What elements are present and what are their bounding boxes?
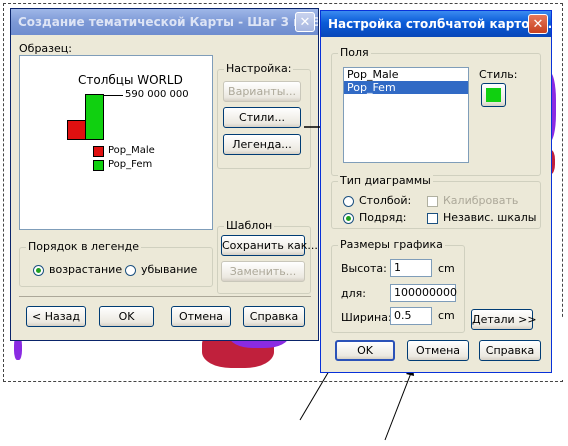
width-unit: cm [438,309,455,322]
calibrate-checkbox[interactable] [427,196,438,207]
independent-scales-label: Независ. шкалы [443,211,537,224]
style-label: Стиль: [479,68,518,81]
width-input[interactable]: 0.5 [390,307,432,325]
details-button[interactable]: Детали >> [471,309,537,330]
bar-dialog-titlebar[interactable]: Настройка столбчатой картоди... [321,11,551,37]
help-button[interactable]: Справка [479,340,541,361]
chart-size-label: Размеры графика [338,238,445,251]
fields-list-item[interactable]: Pop_Male [344,68,468,81]
height-label: Высота: [341,262,387,275]
calibrate-label: Калибровать [443,194,519,207]
adjacent-label: Подряд: [359,211,407,224]
for-value-input[interactable]: 100000000 [390,284,457,302]
chart-type-label: Тип диаграммы [338,174,433,187]
bar-settings-dialog: Настройка столбчатой картоди... ✕ Поля P… [320,10,552,373]
adjacent-radio[interactable] [343,213,354,224]
fields-list-item[interactable]: Pop_Fem [344,81,468,94]
fields-group-label: Поля [338,46,371,59]
ok-button[interactable]: OK [335,340,395,361]
arrow-width-line [384,372,412,441]
column-label: Столбой: [359,194,412,207]
style-color-swatch [486,88,501,102]
close-icon[interactable]: ✕ [528,14,548,34]
cancel-button[interactable]: Отмена [407,340,469,361]
column-radio[interactable] [343,196,354,207]
height-unit: cm [438,262,455,275]
width-label: Ширина: [341,311,392,324]
style-swatch-button[interactable] [481,83,506,107]
bar-dialog-title: Настройка столбчатой картоди... [328,17,551,31]
height-input[interactable]: 1 [390,259,432,277]
fields-listbox[interactable]: Pop_Male Pop_Fem [343,67,469,163]
for-label: для: [341,287,366,300]
independent-scales-checkbox[interactable] [427,213,438,224]
